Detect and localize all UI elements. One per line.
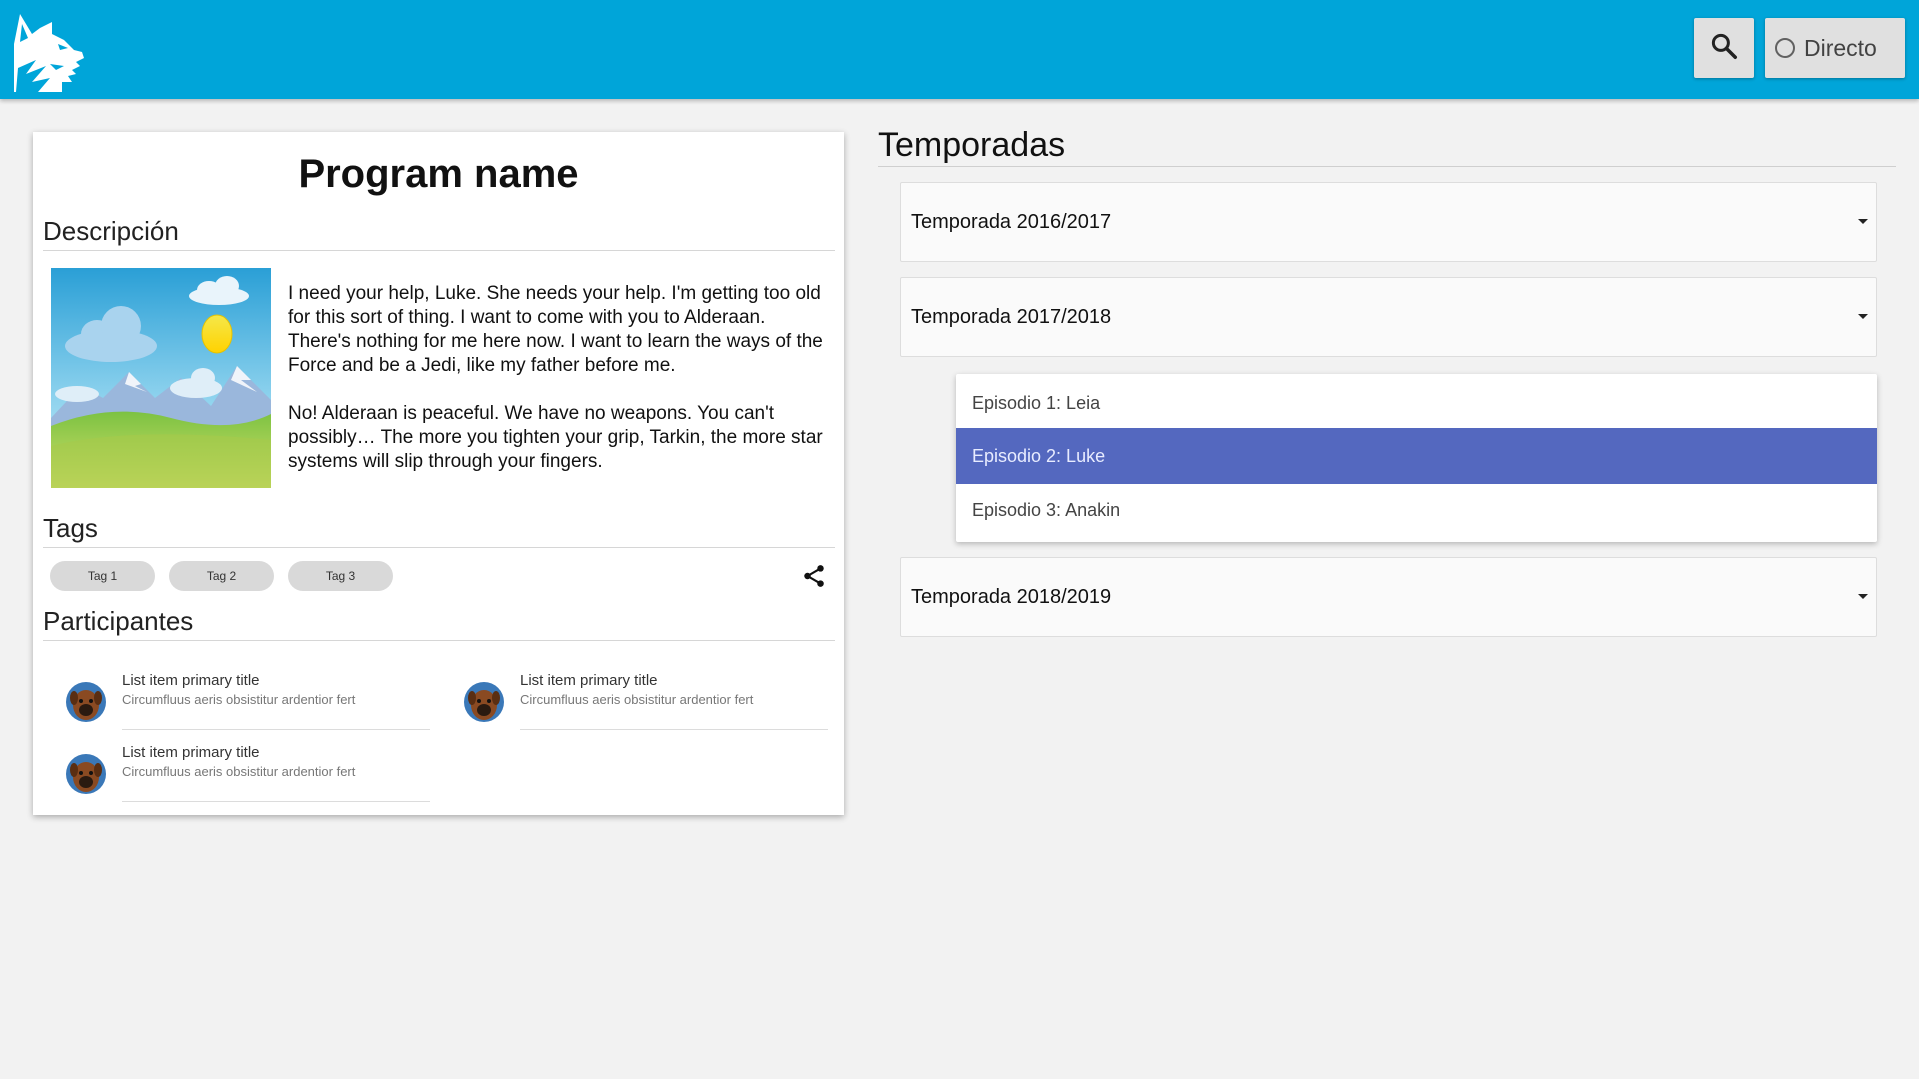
search-icon: [1709, 31, 1739, 66]
program-card: Program name Descripción I need your hel…: [33, 132, 844, 815]
participants-heading: Participantes: [43, 606, 835, 641]
caret-down-icon: [1858, 219, 1868, 224]
list-item-text: List item primary title Circumfluus aeri…: [520, 672, 828, 730]
episode-item[interactable]: Episodio 1: Leia: [956, 378, 1877, 428]
list-item-subtitle: Circumfluus aeris obsistitur ardentior f…: [122, 764, 356, 779]
avatar: [66, 682, 106, 722]
lynx-logo-icon[interactable]: [6, 8, 86, 92]
tag-chip[interactable]: Tag 2: [169, 561, 274, 591]
list-item-title: List item primary title: [122, 744, 260, 761]
season-label: Temporada 2017/2018: [911, 306, 1112, 328]
list-item[interactable]: List item primary title Circumfluus aeri…: [66, 672, 436, 732]
description-paragraph: No! Alderaan is peaceful. We have no wea…: [288, 403, 823, 472]
search-button[interactable]: [1694, 18, 1754, 78]
list-item-title: List item primary title: [520, 672, 658, 689]
avatar: [66, 754, 106, 794]
list-item-subtitle: Circumfluus aeris obsistitur ardentior f…: [520, 692, 754, 707]
share-icon[interactable]: [798, 560, 830, 592]
radio-circle-icon: [1775, 38, 1795, 58]
list-item[interactable]: List item primary title Circumfluus aeri…: [464, 672, 834, 732]
episode-item[interactable]: Episodio 3: Anakin: [956, 484, 1877, 536]
list-item-text: List item primary title Circumfluus aeri…: [122, 672, 430, 730]
list-item-title: List item primary title: [122, 672, 260, 689]
list-item-text: List item primary title Circumfluus aeri…: [122, 744, 430, 802]
tags-list: Tag 1 Tag 2 Tag 3: [50, 561, 393, 591]
season-dropdown[interactable]: Temporada 2016/2017: [900, 182, 1877, 262]
tag-chip[interactable]: Tag 3: [288, 561, 393, 591]
live-label: Directo: [1804, 34, 1877, 61]
caret-down-icon: [1858, 594, 1868, 599]
seasons-heading: Temporadas: [878, 126, 1896, 167]
season-label: Temporada 2018/2019: [911, 586, 1112, 608]
page-title: Program name: [298, 152, 579, 196]
season-dropdown[interactable]: Temporada 2017/2018: [900, 277, 1877, 357]
tag-chip[interactable]: Tag 1: [50, 561, 155, 591]
tags-heading: Tags: [43, 513, 835, 548]
description-text: I need your help, Luke. She needs your h…: [288, 282, 833, 498]
program-thumbnail: [51, 268, 271, 488]
episode-item-selected[interactable]: Episodio 2: Luke: [956, 428, 1877, 484]
list-item[interactable]: List item primary title Circumfluus aeri…: [66, 744, 436, 804]
top-app-bar: Directo: [0, 0, 1919, 99]
season-dropdown[interactable]: Temporada 2018/2019: [900, 557, 1877, 637]
list-item-subtitle: Circumfluus aeris obsistitur ardentior f…: [122, 692, 356, 707]
caret-down-icon: [1858, 314, 1868, 319]
avatar: [464, 682, 504, 722]
live-button[interactable]: Directo: [1765, 18, 1905, 78]
description-heading: Descripción: [43, 216, 835, 251]
season-label: Temporada 2016/2017: [911, 211, 1112, 233]
description-paragraph: I need your help, Luke. She needs your h…: [288, 283, 823, 376]
episode-menu: Episodio 1: Leia Episodio 2: Luke Episod…: [956, 374, 1877, 542]
